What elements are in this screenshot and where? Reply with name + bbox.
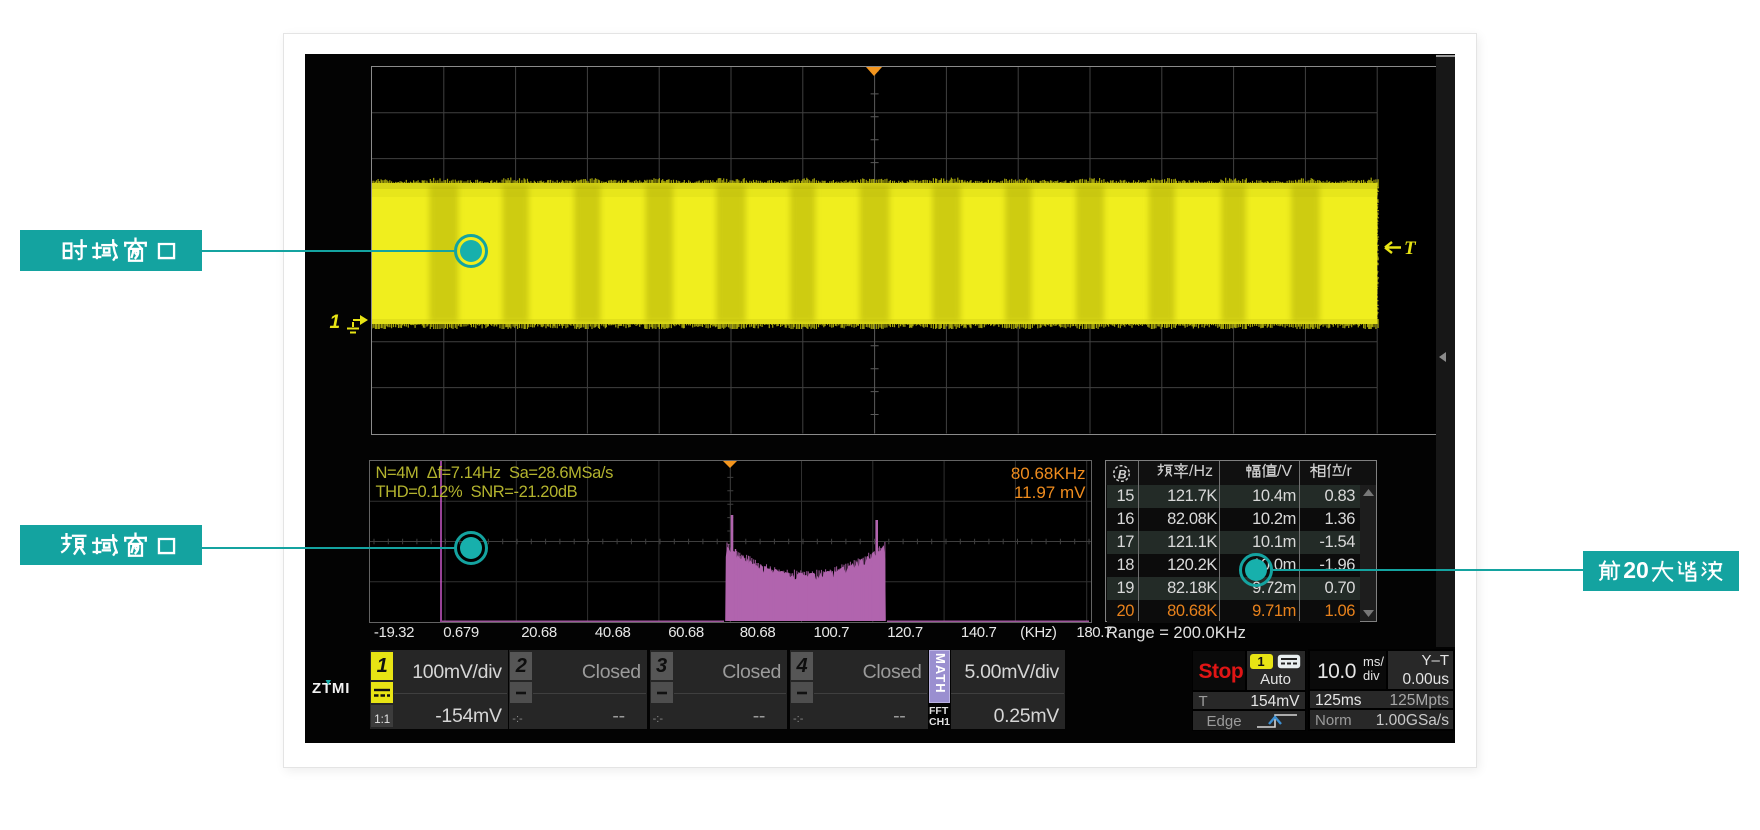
- svg-text:ZTMI: ZTMI: [312, 680, 350, 695]
- svg-text:B: B: [1118, 467, 1127, 481]
- svg-text:T: T: [1404, 238, 1417, 257]
